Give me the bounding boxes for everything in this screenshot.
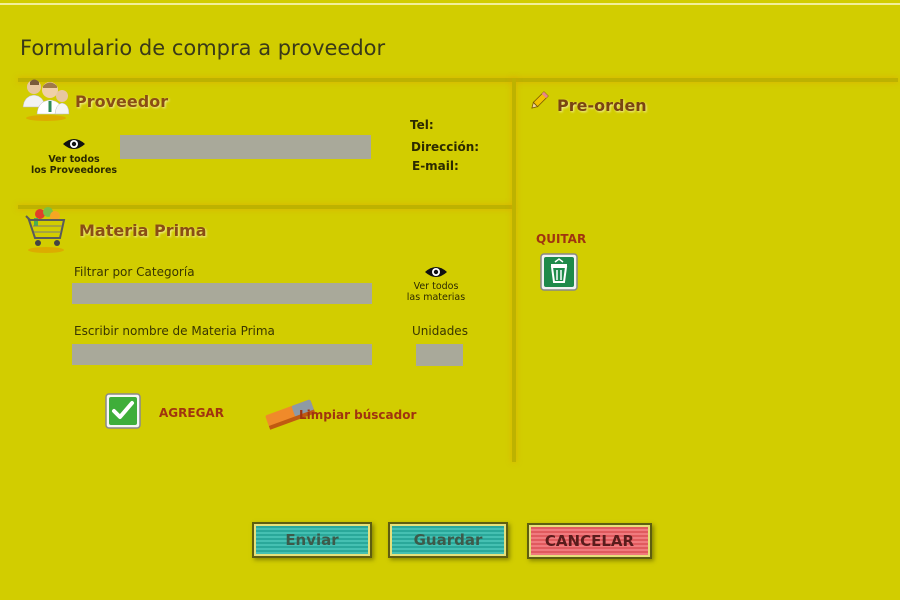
eye-icon	[404, 264, 468, 281]
category-filter-select[interactable]	[72, 283, 372, 304]
page-title: Formulario de compra a proveedor	[20, 36, 386, 60]
cancelar-button[interactable]: CANCELAR	[527, 523, 652, 559]
view-all-proveedores-line1: Ver todos	[48, 154, 100, 165]
filter-category-label: Filtrar por Categoría	[74, 265, 195, 279]
preorden-heading: Pre-orden	[557, 96, 647, 115]
materia-name-label: Escribir nombre de Materia Prima	[74, 324, 275, 338]
trash-icon[interactable]	[540, 253, 578, 291]
middle-divider	[18, 205, 513, 209]
quitar-label: QUITAR	[536, 232, 587, 246]
guardar-button[interactable]: Guardar	[388, 522, 508, 558]
eye-icon	[30, 136, 118, 154]
units-label: Unidades	[412, 324, 468, 338]
tel-label: Tel:	[410, 118, 434, 132]
materia-name-input[interactable]	[72, 344, 372, 365]
view-all-proveedores-line2: los Proveedores	[30, 165, 118, 176]
agregar-button[interactable]: AGREGAR	[159, 406, 224, 420]
checkmark-icon[interactable]	[104, 392, 142, 430]
view-all-materias-button[interactable]: Ver todos las materias	[404, 264, 468, 303]
view-all-materias-line1: Ver todos	[413, 281, 459, 292]
proveedor-heading: Proveedor	[75, 92, 169, 111]
materia-prima-heading: Materia Prima	[79, 221, 207, 240]
direccion-label: Dirección:	[411, 140, 480, 154]
units-input[interactable]	[416, 344, 463, 366]
email-label: E-mail:	[412, 159, 459, 173]
vertical-divider	[512, 78, 516, 462]
top-border-line	[0, 3, 900, 5]
view-all-proveedores-button[interactable]: Ver todos los Proveedores	[30, 136, 118, 176]
view-all-materias-line2: las materias	[406, 292, 466, 303]
users-icon	[20, 74, 70, 122]
top-divider	[18, 78, 898, 82]
pencil-icon	[528, 90, 550, 112]
limpiar-buscador-button[interactable]: Limpiar búscador	[299, 408, 416, 422]
proveedor-input[interactable]	[120, 135, 371, 159]
shopping-cart-icon	[24, 204, 74, 254]
enviar-button[interactable]: Enviar	[252, 522, 372, 558]
